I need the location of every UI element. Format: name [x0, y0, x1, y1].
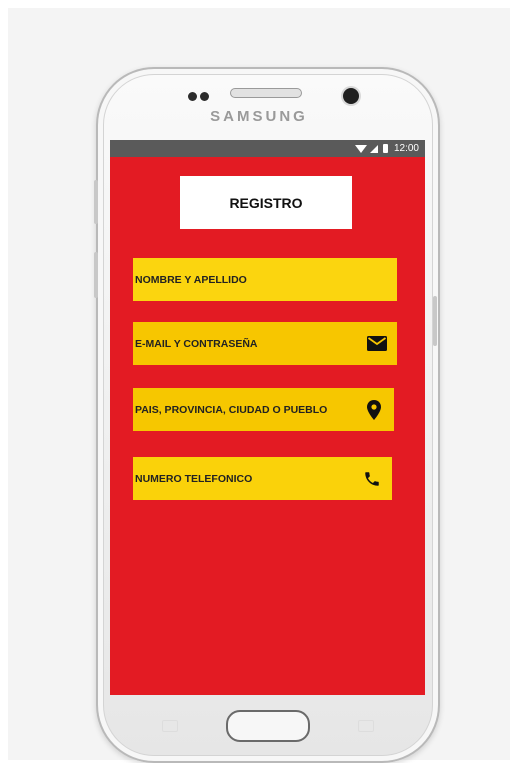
- email-password-field[interactable]: E-MAIL Y CONTRASEÑA: [133, 322, 397, 365]
- status-time: 12:00: [393, 143, 419, 154]
- volume-button-lower: [94, 252, 98, 298]
- location-field-label: PAIS, PROVINCIA, CIUDAD O PUEBLO: [135, 403, 328, 416]
- phone-field-label: NUMERO TELEFONICO: [135, 472, 253, 485]
- volume-button: [94, 180, 98, 224]
- recent-apps-key[interactable]: [162, 720, 178, 732]
- front-camera: [343, 88, 359, 104]
- email-field-label: E-MAIL Y CONTRASEÑA: [135, 337, 258, 350]
- page-title: REGISTRO: [180, 176, 352, 229]
- name-field-label: NOMBRE Y APELLIDO: [135, 273, 247, 286]
- home-button[interactable]: [226, 710, 310, 742]
- location-pin-icon: [363, 399, 385, 421]
- screen: 12:00 REGISTRO NOMBRE Y APELLIDO E-MAIL …: [110, 140, 425, 695]
- sensor-dots: [188, 88, 212, 106]
- name-field[interactable]: NOMBRE Y APELLIDO: [133, 258, 397, 301]
- phone-icon: [361, 468, 383, 490]
- battery-icon: [382, 144, 388, 153]
- phone-number-field[interactable]: NUMERO TELEFONICO: [133, 457, 392, 500]
- location-field[interactable]: PAIS, PROVINCIA, CIUDAD O PUEBLO: [133, 388, 394, 431]
- power-button: [433, 296, 437, 346]
- back-key[interactable]: [358, 720, 374, 732]
- earpiece-speaker: [230, 88, 302, 98]
- envelope-icon: [366, 333, 388, 355]
- signal-icon: [369, 144, 378, 153]
- wifi-icon: [354, 144, 367, 153]
- brand-logo: SAMSUNG: [210, 108, 308, 125]
- status-bar: 12:00: [110, 140, 425, 157]
